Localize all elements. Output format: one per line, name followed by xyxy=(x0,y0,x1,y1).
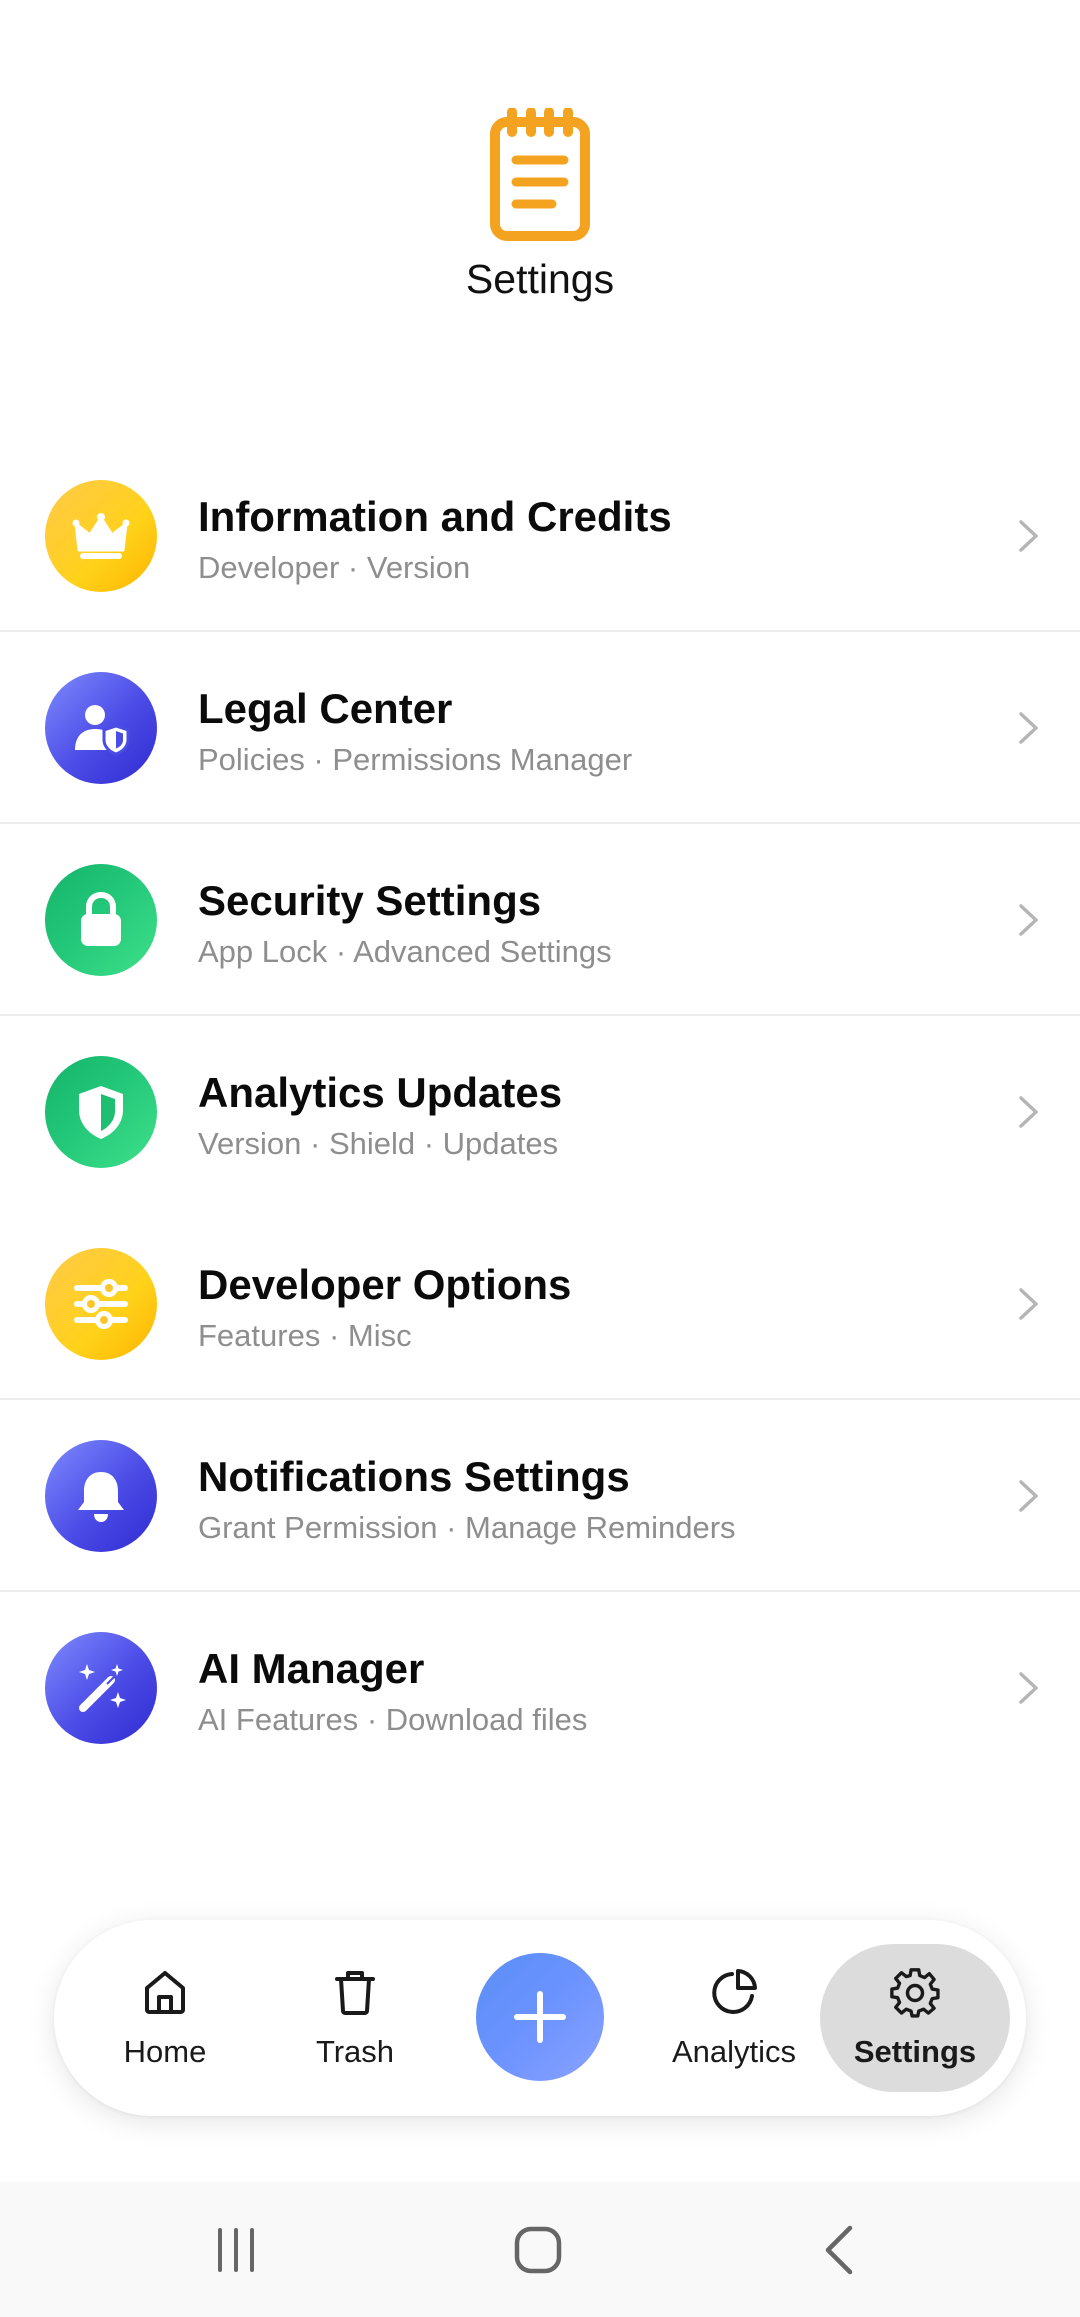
row-title: Security Settings xyxy=(198,877,542,924)
trash-icon xyxy=(335,1971,375,2015)
user-shield-icon xyxy=(45,672,157,784)
nav-settings[interactable]: Settings xyxy=(820,1944,1010,2092)
row-text: AI Manager AI Features · Download files xyxy=(198,1644,587,1740)
row-text: Developer Options Features · Misc xyxy=(198,1260,571,1356)
chevron-right-icon xyxy=(1019,904,1038,936)
row-text: Analytics Updates Version · Shield · Upd… xyxy=(198,1068,562,1164)
row-text: Legal Center Policies · Permissions Mana… xyxy=(198,684,632,780)
bell-icon xyxy=(45,1440,157,1552)
nav-analytics[interactable]: Analytics xyxy=(639,1944,829,2092)
settings-item-ai-manager[interactable]: AI Manager AI Features · Download files xyxy=(0,1592,1080,1784)
page-title: Settings xyxy=(465,256,615,302)
row-title: Developer Options xyxy=(198,1261,572,1308)
row-text: Notifications Settings Grant Permission … xyxy=(198,1452,736,1548)
row-title: Analytics Updates xyxy=(198,1069,563,1116)
settings-list: Information and Credits Developer · Vers… xyxy=(0,440,1080,1784)
shield-icon xyxy=(45,1056,157,1168)
settings-item-developer-options[interactable]: Developer Options Features · Misc xyxy=(0,1208,1080,1400)
settings-item-notifications[interactable]: Notifications Settings Grant Permission … xyxy=(0,1400,1080,1592)
chevron-right-icon xyxy=(1019,1480,1038,1512)
plus-icon xyxy=(514,1991,566,2043)
row-subtitle: Developer · Version xyxy=(198,550,471,585)
chevron-right-icon xyxy=(1019,712,1038,744)
sliders-icon xyxy=(45,1248,157,1360)
bottom-nav: Home Trash Analytics Settings xyxy=(54,1920,1026,2116)
back-icon[interactable] xyxy=(810,2222,870,2278)
nav-trash[interactable]: Trash xyxy=(260,1944,450,2092)
row-subtitle: App Lock · Advanced Settings xyxy=(198,934,612,969)
chevron-right-icon xyxy=(1019,1672,1038,1704)
row-title: AI Manager xyxy=(198,1645,425,1692)
row-subtitle: Features · Misc xyxy=(198,1318,412,1353)
home-icon xyxy=(145,1971,185,2014)
header: Settings xyxy=(0,0,1080,400)
add-note-button[interactable] xyxy=(476,1953,604,2081)
system-nav-bar xyxy=(0,2182,1080,2317)
gear-icon xyxy=(890,1968,940,2018)
pie-chart-icon xyxy=(712,1969,757,2014)
settings-screen: Settings Information and Credits Develop… xyxy=(0,0,1080,2317)
row-text: Information and Credits Developer · Vers… xyxy=(198,492,672,588)
row-title: Legal Center xyxy=(198,685,453,732)
nav-analytics-label: Analytics xyxy=(671,2034,797,2069)
settings-item-legal-center[interactable]: Legal Center Policies · Permissions Mana… xyxy=(0,632,1080,824)
row-subtitle: Grant Permission · Manage Reminders xyxy=(198,1510,736,1545)
settings-item-information-credits[interactable]: Information and Credits Developer · Vers… xyxy=(0,440,1080,632)
row-subtitle: AI Features · Download files xyxy=(198,1702,588,1737)
row-text: Security Settings App Lock · Advanced Se… xyxy=(198,876,612,972)
settings-item-analytics-updates[interactable]: Analytics Updates Version · Shield · Upd… xyxy=(0,1016,1080,1208)
row-title: Information and Credits xyxy=(198,493,672,540)
settings-item-security[interactable]: Security Settings App Lock · Advanced Se… xyxy=(0,824,1080,1016)
chevron-right-icon xyxy=(1019,1288,1038,1320)
recents-icon[interactable] xyxy=(206,2222,266,2278)
home-circle-icon[interactable] xyxy=(508,2222,568,2278)
row-subtitle: Version · Shield · Updates xyxy=(198,1126,559,1161)
notepad-icon xyxy=(490,108,590,241)
magic-wand-icon xyxy=(45,1632,157,1744)
chevron-right-icon xyxy=(1019,1096,1038,1128)
row-title: Notifications Settings xyxy=(198,1453,630,1500)
nav-home[interactable]: Home xyxy=(70,1944,260,2092)
row-subtitle: Policies · Permissions Manager xyxy=(198,742,633,777)
lock-icon xyxy=(45,864,157,976)
crown-icon xyxy=(45,480,157,592)
nav-home-label: Home xyxy=(123,2034,207,2069)
chevron-right-icon xyxy=(1019,520,1038,552)
nav-trash-label: Trash xyxy=(315,2034,395,2069)
nav-settings-label: Settings xyxy=(853,2034,977,2069)
